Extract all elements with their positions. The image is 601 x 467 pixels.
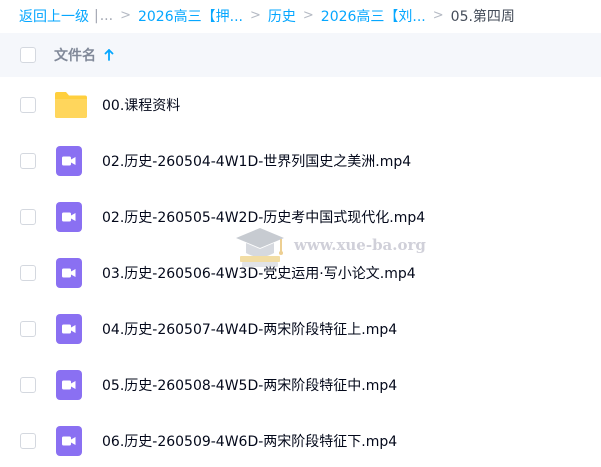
- file-name[interactable]: 05.历史-260508-4W5D-两宋阶段特征中.mp4: [102, 375, 397, 395]
- breadcrumb-separator: >: [302, 8, 314, 23]
- video-icon: [56, 146, 82, 176]
- row-checkbox[interactable]: [20, 377, 36, 393]
- breadcrumb-separator: >: [120, 8, 131, 23]
- file-row-video[interactable]: 02.历史-260504-4W1D-世界列国史之美洲.mp4: [0, 133, 601, 189]
- video-icon: [56, 314, 82, 344]
- file-name[interactable]: 02.历史-260505-4W2D-历史考中国式现代化.mp4: [102, 207, 425, 227]
- breadcrumb-separator: >: [432, 8, 444, 23]
- filename-column-header[interactable]: 文件名: [54, 45, 114, 65]
- breadcrumb-separator: >: [249, 8, 261, 23]
- back-link[interactable]: 返回上一级: [19, 6, 89, 26]
- row-checkbox[interactable]: [20, 153, 36, 169]
- file-row-video[interactable]: 03.历史-260506-4W3D-党史运用·写小论文.mp4: [0, 245, 601, 301]
- file-list-header: 文件名: [0, 33, 601, 77]
- row-checkbox[interactable]: [20, 97, 36, 113]
- breadcrumb-ellipsis[interactable]: ...: [100, 8, 113, 24]
- select-all-checkbox[interactable]: [20, 47, 36, 63]
- video-icon: [56, 258, 82, 288]
- file-browser: 返回上一级 | ... > 2026高三【押... > 历史 > 2026高三【…: [0, 0, 601, 467]
- video-icon: [56, 426, 82, 456]
- file-row-folder[interactable]: 00.课程资料: [0, 77, 601, 133]
- file-name[interactable]: 04.历史-260507-4W4D-两宋阶段特征上.mp4: [102, 319, 397, 339]
- breadcrumb-item-1[interactable]: 2026高三【押...: [138, 6, 243, 26]
- row-checkbox[interactable]: [20, 321, 36, 337]
- file-name[interactable]: 02.历史-260504-4W1D-世界列国史之美洲.mp4: [102, 151, 411, 171]
- breadcrumb: 返回上一级 | ... > 2026高三【押... > 历史 > 2026高三【…: [0, 0, 601, 31]
- file-name[interactable]: 03.历史-260506-4W3D-党史运用·写小论文.mp4: [102, 263, 416, 283]
- file-name[interactable]: 00.课程资料: [102, 95, 180, 115]
- video-icon: [56, 370, 82, 400]
- file-row-video[interactable]: 05.历史-260508-4W5D-两宋阶段特征中.mp4: [0, 357, 601, 413]
- breadcrumb-item-2[interactable]: 历史: [268, 6, 296, 26]
- folder-icon: [55, 92, 87, 118]
- row-checkbox[interactable]: [20, 209, 36, 225]
- video-icon: [56, 202, 82, 232]
- file-row-video[interactable]: 06.历史-260509-4W6D-两宋阶段特征下.mp4: [0, 413, 601, 467]
- breadcrumb-item-3[interactable]: 2026高三【刘...: [321, 6, 426, 26]
- breadcrumb-divider: |: [94, 7, 99, 24]
- file-row-video[interactable]: 02.历史-260505-4W2D-历史考中国式现代化.mp4: [0, 189, 601, 245]
- row-checkbox[interactable]: [20, 265, 36, 281]
- row-checkbox[interactable]: [20, 433, 36, 449]
- sort-ascending-icon: [104, 49, 114, 61]
- file-row-video[interactable]: 04.历史-260507-4W4D-两宋阶段特征上.mp4: [0, 301, 601, 357]
- filename-column-label: 文件名: [54, 48, 96, 64]
- file-name[interactable]: 06.历史-260509-4W6D-两宋阶段特征下.mp4: [102, 431, 397, 451]
- breadcrumb-current: 05.第四周: [450, 8, 515, 25]
